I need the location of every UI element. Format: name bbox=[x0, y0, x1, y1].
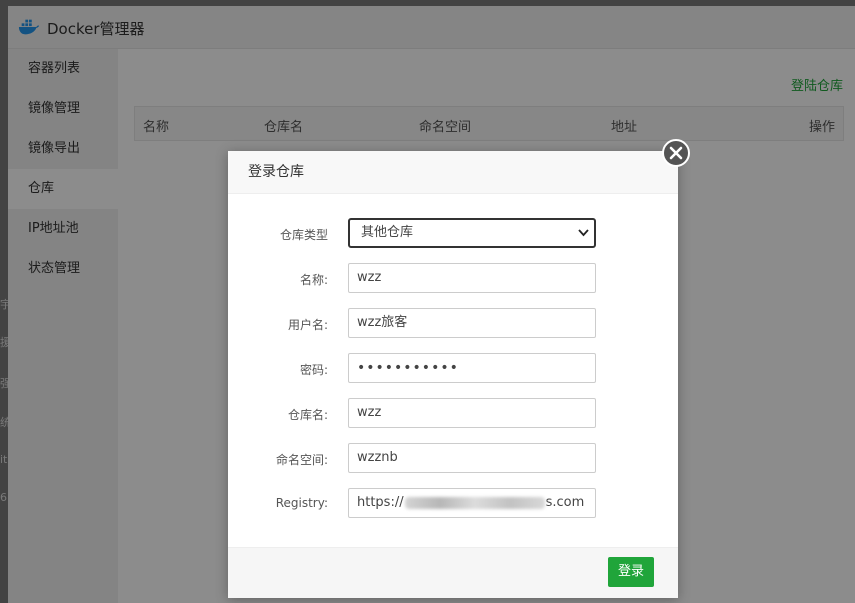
chevron-down-icon bbox=[578, 229, 589, 237]
blurred-region bbox=[404, 496, 545, 509]
registry-suffix: s.com bbox=[545, 495, 585, 510]
username-row: 用户名: wzz旅客 bbox=[228, 308, 678, 338]
password-label: 密码: bbox=[299, 363, 328, 377]
namespace-row: 命名空间: wzznb bbox=[228, 443, 678, 473]
registry-prefix: https:// bbox=[357, 495, 404, 510]
dialog-footer: 登录 bbox=[228, 547, 678, 598]
registry-input[interactable]: https:// s.com bbox=[348, 488, 596, 518]
repo-type-select[interactable]: 其他仓库 bbox=[348, 218, 596, 248]
password-row: 密码: ••••••••••• bbox=[228, 353, 678, 383]
repo-type-label: 仓库类型 bbox=[279, 228, 328, 242]
close-modal-button[interactable] bbox=[662, 139, 690, 167]
username-label: 用户名: bbox=[287, 318, 328, 332]
login-submit-button[interactable]: 登录 bbox=[608, 557, 654, 587]
repo-name-label: 仓库名: bbox=[287, 408, 328, 422]
dialog-title: 登录仓库 bbox=[228, 151, 678, 194]
name-input[interactable]: wzz bbox=[348, 263, 596, 293]
name-row: 名称: wzz bbox=[228, 263, 678, 293]
close-icon bbox=[669, 146, 683, 160]
namespace-label: 命名空间: bbox=[275, 453, 328, 467]
repo-name-row: 仓库名: wzz bbox=[228, 398, 678, 428]
namespace-input[interactable]: wzznb bbox=[348, 443, 596, 473]
password-input[interactable]: ••••••••••• bbox=[348, 353, 596, 383]
repo-type-value: 其他仓库 bbox=[361, 225, 414, 240]
username-input[interactable]: wzz旅客 bbox=[348, 308, 596, 338]
repo-type-row: 仓库类型 其他仓库 bbox=[228, 218, 678, 248]
name-label: 名称: bbox=[299, 273, 328, 287]
registry-label: Registry: bbox=[275, 496, 328, 510]
registry-row: Registry: https:// s.com bbox=[228, 488, 678, 518]
login-repository-dialog: 登录仓库 仓库类型 其他仓库 名称: wzz 用户名: wzz旅客 密码: ••… bbox=[228, 151, 678, 598]
repo-name-input[interactable]: wzz bbox=[348, 398, 596, 428]
